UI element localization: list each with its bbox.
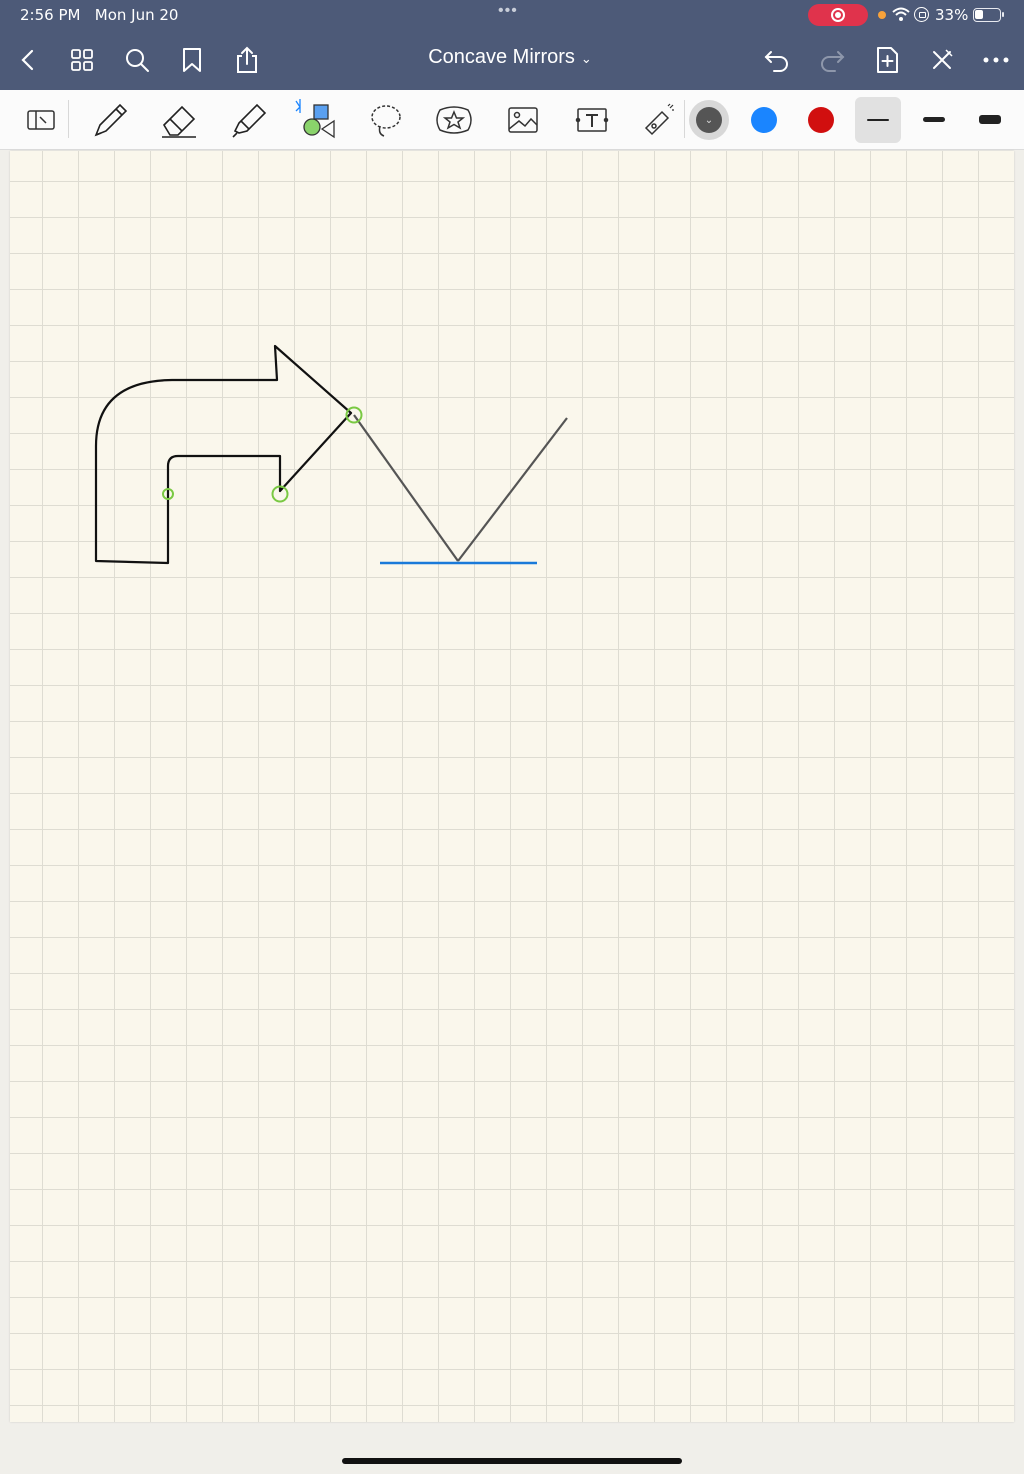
title-dropdown-chevron-icon: ⌄ — [580, 51, 592, 66]
laser-pointer-icon[interactable] — [636, 98, 680, 142]
toolbar-divider — [684, 100, 685, 138]
screen-recording-indicator[interactable] — [808, 4, 868, 26]
pen-tool-icon[interactable] — [88, 98, 132, 142]
rotation-lock-icon — [914, 7, 929, 22]
thick-line-icon — [979, 115, 1001, 124]
multitasking-dots-icon[interactable]: ••• — [498, 2, 518, 20]
toolbar-divider — [68, 100, 69, 138]
bent-arrow-drawing — [94, 344, 353, 565]
elements-sticker-icon[interactable] — [432, 98, 476, 142]
read-only-mode-icon[interactable] — [19, 98, 63, 142]
status-time: 2:56 PM Mon Jun 20 — [20, 6, 179, 24]
drawing-layer — [94, 344, 568, 565]
highlighter-tool-icon[interactable] — [226, 98, 270, 142]
chevron-down-icon: ⌄ — [696, 107, 722, 133]
top-bar: 2:56 PM Mon Jun 20 ••• 33% Concave Mirro… — [0, 0, 1024, 90]
close-pencil-icon[interactable] — [926, 44, 958, 76]
bookmark-icon[interactable] — [176, 44, 208, 76]
color-swatch-gray-selected[interactable]: ⌄ — [689, 100, 729, 140]
grid-view-icon[interactable] — [66, 44, 98, 76]
thickness-thick[interactable] — [968, 100, 1012, 140]
back-chevron-icon[interactable] — [12, 44, 44, 76]
incident-ray-line — [353, 414, 459, 562]
image-insert-icon[interactable] — [501, 98, 545, 142]
battery-icon — [973, 8, 1004, 22]
undo-icon[interactable] — [761, 44, 793, 76]
home-indicator[interactable] — [342, 1458, 682, 1464]
thin-line-icon — [867, 119, 889, 121]
share-icon[interactable] — [231, 44, 263, 76]
color-swatch-blue[interactable] — [751, 107, 777, 133]
record-icon — [831, 8, 845, 22]
add-page-icon[interactable] — [871, 44, 903, 76]
note-page-canvas[interactable] — [10, 151, 1014, 1422]
wifi-icon — [892, 7, 910, 21]
shapes-tool-icon[interactable] — [294, 98, 338, 142]
more-options-icon[interactable] — [980, 44, 1012, 76]
color-swatch-red[interactable] — [808, 107, 834, 133]
document-title[interactable]: Concave Mirrors ⌄ — [360, 46, 660, 69]
text-box-icon[interactable] — [570, 98, 614, 142]
eraser-tool-icon[interactable] — [157, 98, 201, 142]
thickness-medium[interactable] — [912, 100, 956, 140]
microphone-in-use-dot — [878, 11, 886, 19]
search-icon[interactable] — [121, 44, 153, 76]
thickness-thin-selected[interactable] — [855, 97, 901, 143]
medium-line-icon — [923, 117, 945, 122]
reflected-ray-line — [457, 417, 568, 562]
battery-percentage: 33% — [935, 6, 969, 24]
redo-icon[interactable] — [816, 44, 848, 76]
lasso-tool-icon[interactable] — [364, 98, 408, 142]
